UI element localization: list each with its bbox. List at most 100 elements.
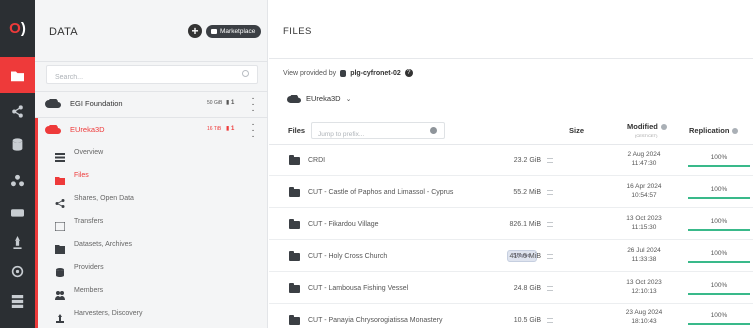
groups-icon [11,174,24,186]
replication-value: 100% [710,282,728,289]
rail-providers-button[interactable] [0,126,35,162]
date: 26 Jul 2024 [627,247,661,254]
space-menu-icon[interactable]: · · · [250,94,256,116]
size-details-icon[interactable] [547,190,553,195]
menu-item-harvesters[interactable]: Harvesters, Discovery [35,303,268,326]
replication-value: 100% [710,154,728,161]
folder-icon [289,187,300,197]
column-header-size[interactable]: Size [569,126,584,135]
file-name: CUT - Lambousa Fishing Vessel [308,285,409,292]
time: 11:33:38 [631,256,657,263]
active-space-indicator [35,118,38,328]
server-icon [11,294,24,308]
menu-item-label: Members [74,287,104,294]
menu-item-label: Datasets, Archives [74,241,132,248]
folder-icon [55,172,65,185]
file-size: 10.5 GiB [513,317,541,324]
replication-bar [688,229,750,231]
divider [35,61,268,62]
file-name: CUT - Panayia Chrysorogiatissa Monastery [308,317,443,324]
info-icon [430,127,437,134]
column-header-modified[interactable]: Modified [627,122,667,131]
date: 2 Aug 2024 [627,151,661,158]
size-details-icon[interactable] [547,158,553,163]
space-item-eureka3d[interactable]: EUreka3D 16 TiB ▮ 1 · · · [35,117,268,143]
provider-name[interactable]: plg-cyfronet-02 [350,70,401,77]
database-icon [340,69,347,77]
space-menu-icon[interactable]: · · · [250,120,256,142]
help-icon[interactable]: ? [404,69,413,77]
menu-item-overview[interactable]: Overview [35,142,268,165]
info-icon [732,128,739,135]
date: 13 Oct 2023 [626,279,662,286]
provider-count-value: 1 [230,126,235,132]
token-icon [11,208,24,217]
time: 11:47:30 [631,160,657,167]
folder-icon [289,283,300,293]
space-search[interactable] [46,65,258,86]
menu-item-files[interactable]: Files [35,165,268,188]
transfers-icon [54,218,66,232]
menu-item-providers[interactable]: Providers [35,257,268,280]
file-size: 417.5 MiB [509,253,541,260]
rail-groups-button[interactable] [0,162,35,198]
harvester-icon [13,235,22,249]
space-item-egi-foundation[interactable]: EGI Foundation 50 GiB ▮ 1 · · · [35,91,268,117]
overview-icon [55,149,65,162]
menu-item-members[interactable]: Members [35,280,268,303]
space-provider-count: ▮ 1 [226,126,235,132]
replication-value: 100% [710,186,728,193]
file-size: 826.1 MiB [509,221,541,228]
menu-item-datasets[interactable]: Datasets, Archives [35,234,268,257]
folder-icon [11,70,24,81]
time: 11:15:30 [631,224,657,231]
folder-icon [289,155,300,165]
search-icon [242,70,249,77]
files-panel: FILES View provided by plg-cyfronet-02 ?… [269,0,753,328]
data-sidebar: DATA + Marketplace EGI Foundation 50 GiB… [35,0,268,328]
cloud-icon [287,94,301,103]
rail-shares-button[interactable] [0,93,35,129]
space-provider-count: ▮ 1 [226,100,235,106]
chevron-down-icon: ⌄ [345,95,352,103]
size-details-icon[interactable] [547,254,553,259]
file-name: CUT - Castle of Paphos and Limassol - Cy… [308,189,454,196]
replication-value: 100% [710,312,728,319]
table-row[interactable]: CUT - Holy Cross Church Shared 417.5 MiB… [269,241,753,272]
modified-date: 23 Aug 2024 18:10:43 [619,308,669,326]
replication-bar [688,261,750,263]
logo-paren: ) [20,19,26,37]
add-space-button[interactable]: + [188,24,202,38]
replication-label: Replication [689,126,730,135]
size-details-icon[interactable] [547,222,553,227]
column-header-replication[interactable]: Replication [689,126,739,135]
provider-info: View provided by plg-cyfronet-02 ? [283,69,413,77]
divider [269,58,753,59]
rail-data-button[interactable] [0,57,35,93]
size-details-icon[interactable] [547,286,553,291]
menu-item-transfers[interactable]: Transfers [35,211,268,234]
column-header-files: Files [288,126,306,135]
table-row[interactable]: CUT - Fikardou Village 826.1 MiB 13 Oct … [269,209,753,240]
replication-bar [688,165,750,167]
menu-item-label: Shares, Open Data [74,195,134,202]
onedata-logo[interactable]: O) [0,0,35,56]
date: 16 Apr 2024 [626,183,662,190]
space-selector[interactable]: EUreka3D ⌄ [287,94,351,103]
table-row[interactable]: CUT - Lambousa Fishing Vessel 24.8 GiB 1… [269,273,753,304]
menu-item-shares[interactable]: Shares, Open Data [35,188,268,211]
marketplace-button[interactable]: Marketplace [206,25,262,38]
table-row[interactable]: CUT - Panayia Chrysorogiatissa Monastery… [269,305,753,328]
table-row[interactable]: CUT - Castle of Paphos and Limassol - Cy… [269,177,753,208]
date: 13 Oct 2023 [626,215,662,222]
time: 18:10:43 [631,318,657,325]
table-row[interactable]: CRDI 23.2 GiB 2 Aug 2024 11:47:30 100% [269,145,753,176]
space-search-input[interactable] [47,69,227,86]
file-size: 24.8 GiB [513,285,541,292]
rail-servers-button[interactable] [0,283,35,319]
folder-icon [289,219,300,229]
size-details-icon[interactable] [547,318,553,323]
jump-to-prefix-input[interactable] [312,127,422,142]
database-icon [12,137,23,151]
jump-to-prefix[interactable] [311,122,445,142]
